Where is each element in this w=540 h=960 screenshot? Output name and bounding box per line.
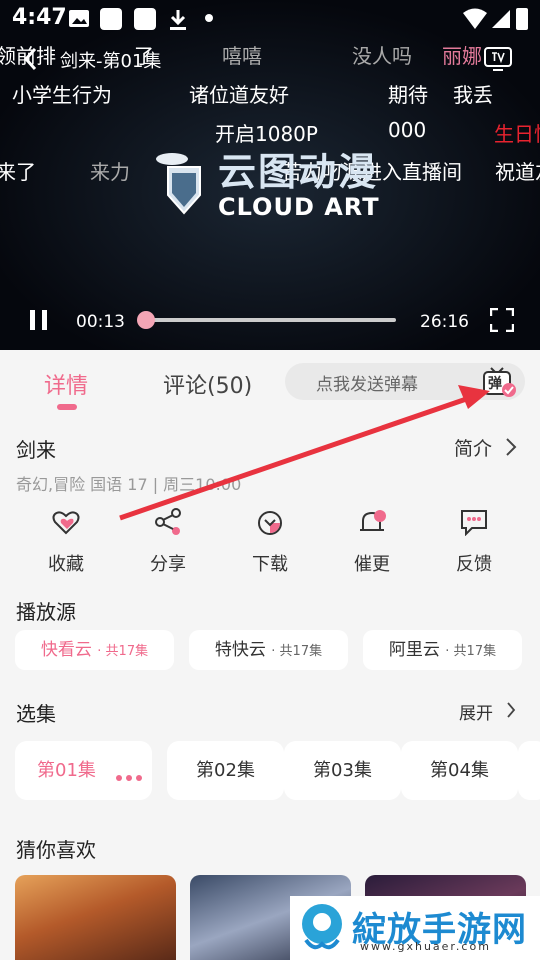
danmaku-comment: 期待 <box>388 83 428 107</box>
status-bar: 4:47 <box>0 0 540 38</box>
tab-indicator <box>57 404 77 410</box>
source-count: · 共17集 <box>97 644 149 659</box>
source-name: 特快云 <box>214 640 266 660</box>
favorite-button[interactable]: 收藏 <box>26 506 106 576</box>
show-title: 剑来 <box>16 438 56 462</box>
expand-link[interactable]: 展开 <box>459 699 493 724</box>
source-count: · 共17集 <box>271 644 323 659</box>
download-label: 下载 <box>252 554 288 575</box>
watermark-url: www.gxhuaer.com <box>360 940 491 953</box>
share-icon <box>155 508 181 535</box>
episode-item[interactable]: 第02集 <box>167 741 284 800</box>
intro-link[interactable]: 简介 <box>454 434 492 461</box>
episode-label: 第01集 <box>37 760 96 781</box>
download-icon <box>258 511 282 535</box>
progress-bar[interactable] <box>144 318 396 322</box>
cloud-art-logo: 云图动漫 CLOUD ART <box>150 145 390 225</box>
current-time: 00:13 <box>76 312 125 332</box>
app-notification-icon <box>100 8 122 30</box>
episode-title: 剑来-第01集 <box>60 51 162 72</box>
danmaku-input-placeholder: 点我发送弹幕 <box>316 375 418 395</box>
source-option[interactable]: 特快云 · 共17集 <box>189 630 348 670</box>
tab-comments[interactable]: 评论(50) <box>163 368 252 400</box>
feedback-icon <box>461 510 487 536</box>
sources-heading: 播放源 <box>16 600 76 624</box>
status-time: 4:47 <box>12 5 67 30</box>
signal-icon <box>490 8 512 30</box>
fullscreen-icon[interactable] <box>489 307 515 336</box>
share-button[interactable]: 分享 <box>128 506 208 576</box>
source-count: · 共17集 <box>445 644 497 659</box>
danmaku-comment: 丽娜 <box>442 44 482 68</box>
episode-label: 第02集 <box>196 760 255 781</box>
danmaku-comment: 祝道友 <box>495 160 540 184</box>
source-name: 快看云 <box>40 640 92 660</box>
show-meta: 奇幻,冒险 国语 17 | 周三10:00 <box>16 475 242 494</box>
progress-knob[interactable] <box>137 311 156 329</box>
danmaku-toggle-icon[interactable]: 弹 <box>482 365 518 399</box>
download-button[interactable]: 下载 <box>230 506 310 576</box>
danmaku-comment: 000 <box>388 118 427 142</box>
episode-label: 第03集 <box>313 760 372 781</box>
feedback-label: 反馈 <box>456 554 492 575</box>
danmaku-comment: 没人吗 <box>352 44 412 68</box>
chevron-right-icon[interactable] <box>505 437 517 461</box>
danmaku-comment: 小学生行为 <box>12 83 112 107</box>
episode-label: 第04集 <box>430 760 489 781</box>
video-player[interactable]: 4:47 领前排 了 嘻嘻 没人吗 丽娜 小学生行为 诸位道友好 期待 我丢 开… <box>0 0 540 350</box>
tab-details[interactable]: 详情 <box>44 368 88 400</box>
favorite-label: 收藏 <box>48 554 84 575</box>
danmaku-comment: 诸位道友好 <box>189 83 289 107</box>
logo-chinese-text: 云图动漫 <box>218 150 379 194</box>
logo-text: CLOUD ART <box>218 193 380 221</box>
pause-icon[interactable] <box>28 309 50 335</box>
source-option[interactable]: 阿里云 · 共17集 <box>363 630 522 670</box>
app-notification-icon-2 <box>134 8 156 30</box>
gallery-icon <box>68 8 90 30</box>
danmaku-comment: 嘻嘻 <box>222 44 262 68</box>
heart-icon <box>52 511 80 535</box>
feedback-button[interactable]: 反馈 <box>434 506 514 576</box>
danmaku-comment: 生日快 <box>494 122 540 146</box>
duration: 26:16 <box>420 312 469 332</box>
recommend-thumbnail[interactable] <box>15 875 176 960</box>
bell-icon <box>360 510 386 531</box>
urge-update-label: 催更 <box>354 554 390 575</box>
watermark-logo-icon <box>296 900 348 958</box>
chevron-right-icon[interactable] <box>506 701 516 723</box>
playing-indicator-icon <box>116 775 142 781</box>
more-notifications-dot <box>205 14 213 22</box>
danmaku-comment: 来了 <box>0 160 36 184</box>
danmaku-comment: 来力 <box>90 160 130 184</box>
episode-item[interactable]: 第04集 <box>401 741 518 800</box>
urge-update-button[interactable]: 催更 <box>332 506 412 576</box>
recommend-heading: 猜你喜欢 <box>16 838 96 862</box>
episodes-heading: 选集 <box>16 702 56 726</box>
share-label: 分享 <box>150 554 186 575</box>
battery-icon <box>516 8 528 30</box>
danmaku-toggle-label: 弹 <box>488 376 502 392</box>
back-icon[interactable] <box>22 46 38 76</box>
wifi-icon <box>462 8 487 30</box>
source-name: 阿里云 <box>388 640 440 660</box>
danmaku-comment: 我丢 <box>453 83 493 107</box>
episode-item[interactable]: 第03集 <box>284 741 401 800</box>
source-option-active[interactable]: 快看云 · 共17集 <box>15 630 174 670</box>
episode-item-active[interactable]: 第01集 <box>15 741 152 800</box>
download-status-icon <box>167 8 189 30</box>
episode-item-partial[interactable] <box>518 741 540 800</box>
cast-tv-icon[interactable] <box>483 44 513 76</box>
